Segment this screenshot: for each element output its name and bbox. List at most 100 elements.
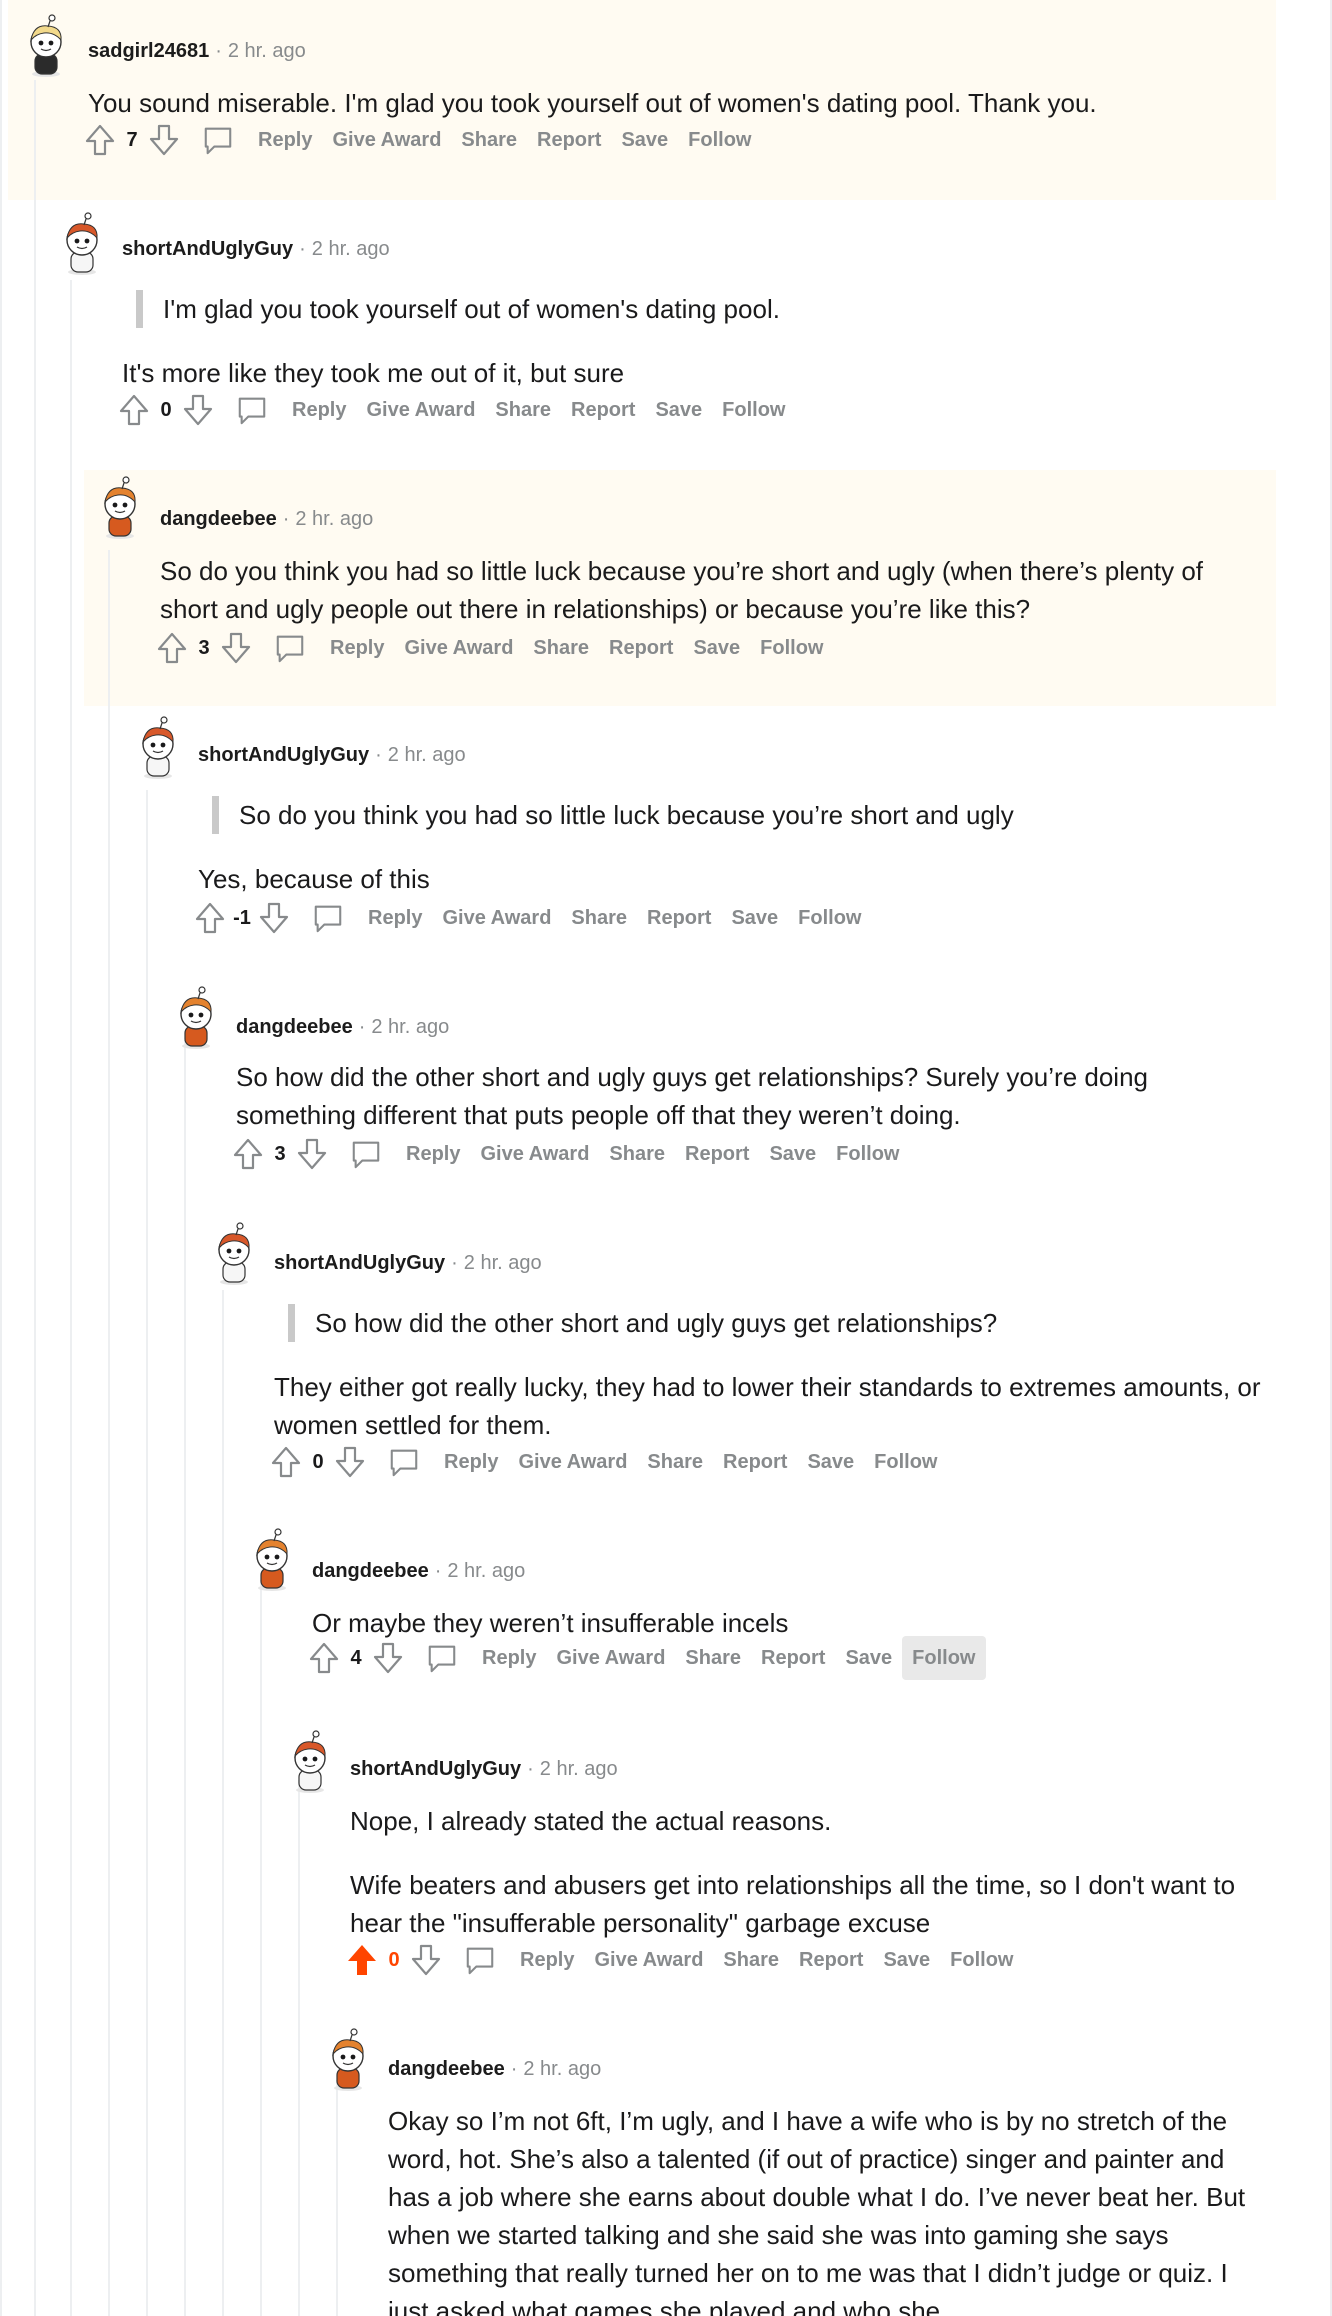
give-award-button[interactable]: Give Award — [356, 388, 485, 432]
downvote-icon[interactable] — [254, 898, 294, 938]
save-button[interactable]: Save — [759, 1132, 826, 1176]
downvote-icon[interactable] — [178, 390, 218, 430]
follow-button[interactable]: Follow — [864, 1440, 947, 1484]
report-button[interactable]: Report — [527, 118, 611, 162]
reply-button[interactable]: Reply — [340, 1132, 470, 1176]
follow-button[interactable]: Follow — [712, 388, 795, 432]
reply-button[interactable]: Reply — [302, 896, 432, 940]
reply-button[interactable]: Reply — [226, 388, 356, 432]
share-button[interactable]: Share — [523, 626, 599, 670]
report-button[interactable]: Report — [599, 626, 683, 670]
share-button[interactable]: Share — [561, 896, 637, 940]
follow-button[interactable]: Follow — [826, 1132, 909, 1176]
upvote-icon[interactable] — [266, 1442, 306, 1482]
upvote-icon[interactable] — [80, 120, 120, 160]
vote-score: 3 — [198, 636, 210, 659]
share-button[interactable]: Share — [599, 1132, 675, 1176]
comment-body: So do you think you had so little luck b… — [160, 556, 1204, 624]
comment-timestamp[interactable]: 2 hr. ago — [295, 508, 373, 530]
follow-button[interactable]: Follow — [940, 1938, 1023, 1982]
downvote-icon[interactable] — [406, 1940, 446, 1980]
save-button[interactable]: Save — [721, 896, 788, 940]
comment-meta: dangdeebee · 2 hr. ago — [388, 2058, 601, 2081]
comment-bubble-icon — [350, 1138, 394, 1170]
username-link[interactable]: shortAndUglyGuy — [122, 238, 293, 260]
report-button[interactable]: Report — [713, 1440, 797, 1484]
comment-timestamp[interactable]: 2 hr. ago — [371, 1016, 449, 1038]
follow-button[interactable]: Follow — [750, 626, 833, 670]
avatar[interactable] — [320, 2028, 376, 2092]
give-award-button[interactable]: Give Award — [470, 1132, 599, 1176]
follow-button[interactable]: Follow — [788, 896, 871, 940]
username-link[interactable]: dangdeebee — [160, 508, 277, 530]
avatar[interactable] — [282, 1730, 338, 1794]
comment-timestamp[interactable]: 2 hr. ago — [523, 2058, 601, 2080]
report-button[interactable]: Report — [675, 1132, 759, 1176]
give-award-button[interactable]: Give Award — [508, 1440, 637, 1484]
save-button[interactable]: Save — [683, 626, 750, 670]
reply-button[interactable]: Reply — [454, 1938, 584, 1982]
username-link[interactable]: sadgirl24681 — [88, 40, 209, 62]
upvote-icon[interactable] — [228, 1134, 268, 1174]
avatar[interactable] — [168, 986, 224, 1050]
downvote-icon[interactable] — [144, 120, 184, 160]
share-button[interactable]: Share — [485, 388, 561, 432]
comment-timestamp[interactable]: 2 hr. ago — [447, 1560, 525, 1582]
comment-meta: dangdeebee · 2 hr. ago — [236, 1016, 449, 1039]
follow-button[interactable]: Follow — [902, 1636, 986, 1680]
save-button[interactable]: Save — [873, 1938, 940, 1982]
upvote-icon[interactable] — [304, 1638, 344, 1678]
avatar[interactable] — [244, 1528, 300, 1592]
comment-timestamp[interactable]: 2 hr. ago — [312, 238, 390, 260]
follow-button[interactable]: Follow — [678, 118, 761, 162]
give-award-button[interactable]: Give Award — [394, 626, 523, 670]
reply-button[interactable]: Reply — [192, 118, 322, 162]
save-button[interactable]: Save — [645, 388, 712, 432]
report-button[interactable]: Report — [561, 388, 645, 432]
downvote-icon[interactable] — [368, 1638, 408, 1678]
upvote-icon[interactable] — [114, 390, 154, 430]
share-button[interactable]: Share — [451, 118, 527, 162]
downvote-icon[interactable] — [216, 628, 256, 668]
username-link[interactable]: shortAndUglyGuy — [198, 744, 369, 766]
comment-timestamp[interactable]: 2 hr. ago — [464, 1252, 542, 1274]
upvote-icon[interactable] — [152, 628, 192, 668]
share-button[interactable]: Share — [675, 1636, 751, 1680]
give-award-button[interactable]: Give Award — [322, 118, 451, 162]
username-link[interactable]: dangdeebee — [236, 1016, 353, 1038]
avatar[interactable] — [54, 212, 110, 276]
avatar[interactable] — [18, 14, 74, 78]
share-button[interactable]: Share — [637, 1440, 713, 1484]
share-button[interactable]: Share — [713, 1938, 789, 1982]
give-award-button[interactable]: Give Award — [584, 1938, 713, 1982]
reply-button[interactable]: Reply — [416, 1636, 546, 1680]
avatar[interactable] — [130, 716, 186, 780]
report-button[interactable]: Report — [789, 1938, 873, 1982]
report-button[interactable]: Report — [637, 896, 721, 940]
username-link[interactable]: shortAndUglyGuy — [274, 1252, 445, 1274]
save-button[interactable]: Save — [835, 1636, 902, 1680]
give-award-button[interactable]: Give Award — [432, 896, 561, 940]
username-link[interactable]: dangdeebee — [312, 1560, 429, 1582]
comment-timestamp[interactable]: 2 hr. ago — [228, 40, 306, 62]
save-button[interactable]: Save — [797, 1440, 864, 1484]
avatar[interactable] — [206, 1222, 262, 1286]
comment-body: Nope, I already stated the actual reason… — [350, 1806, 832, 1836]
page-left-border — [0, 0, 2, 2316]
downvote-icon[interactable] — [292, 1134, 332, 1174]
username-link[interactable]: shortAndUglyGuy — [350, 1758, 521, 1780]
reply-button[interactable]: Reply — [264, 626, 394, 670]
report-button[interactable]: Report — [751, 1636, 835, 1680]
give-award-button[interactable]: Give Award — [546, 1636, 675, 1680]
reply-button[interactable]: Reply — [378, 1440, 508, 1484]
vote-score: 0 — [312, 1450, 324, 1473]
reply-label: Reply — [406, 1142, 461, 1165]
save-button[interactable]: Save — [611, 118, 678, 162]
avatar[interactable] — [92, 476, 148, 540]
upvote-icon[interactable] — [342, 1940, 382, 1980]
comment-timestamp[interactable]: 2 hr. ago — [388, 744, 466, 766]
comment-timestamp[interactable]: 2 hr. ago — [540, 1758, 618, 1780]
username-link[interactable]: dangdeebee — [388, 2058, 505, 2080]
downvote-icon[interactable] — [330, 1442, 370, 1482]
upvote-icon[interactable] — [190, 898, 230, 938]
